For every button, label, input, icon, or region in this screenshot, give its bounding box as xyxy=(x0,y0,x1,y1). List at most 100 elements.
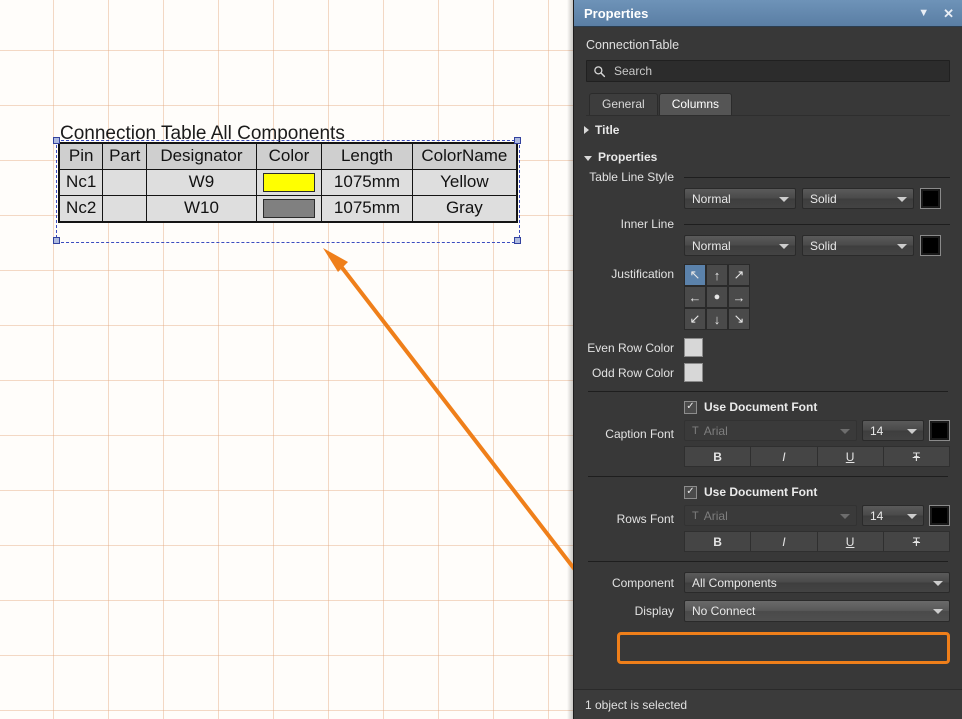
cell-part xyxy=(103,195,147,222)
inner-line-row: Inner Line xyxy=(586,217,950,231)
rows-font-size-dropdown[interactable]: 14 xyxy=(862,505,924,526)
caption-use-document-font-label: Use Document Font xyxy=(704,400,817,414)
table-line-style-preview xyxy=(684,177,950,178)
cell-pin: Nc1 xyxy=(59,169,103,195)
cell-designator: W9 xyxy=(147,169,256,195)
justify-top-left-button[interactable]: ↖ xyxy=(684,264,706,286)
selection-handle-top-left[interactable] xyxy=(53,137,60,144)
table-line-style-dropdown[interactable]: Solid xyxy=(802,188,914,209)
caption-font-color-button[interactable] xyxy=(929,420,950,441)
selection-handle-bottom-right[interactable] xyxy=(514,237,521,244)
column-header-part: Part xyxy=(103,143,147,169)
inner-line-weight-dropdown[interactable]: Normal xyxy=(684,235,796,256)
section-properties[interactable]: Properties xyxy=(574,143,962,170)
even-row-color-label: Even Row Color xyxy=(586,341,684,355)
cell-color xyxy=(256,195,322,222)
rows-font-family-dropdown[interactable]: T Arial xyxy=(684,505,857,526)
cell-color xyxy=(256,169,322,195)
tab-columns[interactable]: Columns xyxy=(659,93,732,115)
cell-part xyxy=(103,169,147,195)
table-line-color-button[interactable] xyxy=(920,188,941,209)
even-row-color-row: Even Row Color xyxy=(586,338,950,357)
justify-bottom-left-button[interactable]: ↙ xyxy=(684,308,706,330)
caption-bold-button[interactable]: B xyxy=(684,446,751,467)
selection-handle-bottom-left[interactable] xyxy=(53,237,60,244)
status-bar: 1 object is selected xyxy=(574,689,962,719)
justify-top-center-button[interactable]: ↑ xyxy=(706,264,728,286)
justify-middle-center-button[interactable]: ● xyxy=(706,286,728,308)
table-header-row: Pin Part Designator Color Length ColorNa… xyxy=(59,143,517,169)
cell-colorname: Gray xyxy=(412,195,517,222)
search-input[interactable] xyxy=(612,63,943,79)
caption-font-block: Caption Font ✓ Use Document Font T Arial xyxy=(586,400,950,467)
inner-line-color-button[interactable] xyxy=(920,235,941,256)
status-text: 1 object is selected xyxy=(585,698,687,712)
chevron-down-icon xyxy=(779,244,789,249)
justify-middle-right-button[interactable]: → xyxy=(728,286,750,308)
cell-pin: Nc2 xyxy=(59,195,103,222)
display-label: Display xyxy=(586,604,684,618)
divider xyxy=(588,561,948,562)
inner-line-style-dropdown[interactable]: Solid xyxy=(802,235,914,256)
inner-line-preview xyxy=(684,224,950,225)
caption-font-family-dropdown[interactable]: T Arial xyxy=(684,420,857,441)
drawing-canvas[interactable]: Connection Table All Components Pin Part… xyxy=(0,0,573,719)
justify-bottom-right-button[interactable]: ↘ xyxy=(728,308,750,330)
caption-font-style-buttons[interactable]: B I U Ŧ xyxy=(684,446,950,467)
color-swatch-yellow xyxy=(263,173,316,192)
caption-use-document-font-checkbox[interactable]: ✓ xyxy=(684,401,697,414)
close-icon[interactable]: ✕ xyxy=(943,7,954,20)
display-row: Display No Connect xyxy=(586,600,950,622)
justify-bottom-center-button[interactable]: ↓ xyxy=(706,308,728,330)
caption-italic-button[interactable]: I xyxy=(751,446,817,467)
panel-tabs[interactable]: General Columns xyxy=(574,82,962,115)
rows-underline-button[interactable]: U xyxy=(818,531,884,552)
rows-strikethrough-button[interactable]: Ŧ xyxy=(884,531,950,552)
odd-row-color-row: Odd Row Color xyxy=(586,363,950,382)
color-swatch-gray xyxy=(263,199,316,218)
caption-font-size-dropdown[interactable]: 14 xyxy=(862,420,924,441)
caption-strikethrough-button[interactable]: Ŧ xyxy=(884,446,950,467)
rows-font-style-buttons[interactable]: B I U Ŧ xyxy=(684,531,950,552)
panel-menu-icon[interactable]: ▼ xyxy=(918,8,929,19)
selection-handle-top-right[interactable] xyxy=(514,137,521,144)
component-row: Component All Components xyxy=(586,572,950,593)
column-header-color: Color xyxy=(256,143,322,169)
odd-row-color-button[interactable] xyxy=(684,363,703,382)
rows-font-label: Rows Font xyxy=(586,512,684,526)
justification-grid[interactable]: ↖ ↑ ↗ ← ● → ↙ ↓ ↘ xyxy=(684,264,750,330)
odd-row-color-label: Odd Row Color xyxy=(586,366,684,380)
panel-titlebar[interactable]: Properties ▼ ✕ xyxy=(574,0,962,27)
connection-table[interactable]: Pin Part Designator Color Length ColorNa… xyxy=(58,142,518,223)
justification-label: Justification xyxy=(586,264,684,281)
table-line-weight-dropdown[interactable]: Normal xyxy=(684,188,796,209)
rows-italic-button[interactable]: I xyxy=(751,531,817,552)
rows-font-color-button[interactable] xyxy=(929,505,950,526)
chevron-down-icon xyxy=(933,609,943,614)
search-box[interactable] xyxy=(586,60,950,82)
divider xyxy=(588,476,948,477)
component-dropdown[interactable]: All Components xyxy=(684,572,950,593)
selected-object-name: ConnectionTable xyxy=(574,27,962,60)
chevron-down-icon xyxy=(933,581,943,586)
justify-top-right-button[interactable]: ↗ xyxy=(728,264,750,286)
justify-middle-left-button[interactable]: ← xyxy=(684,286,706,308)
inner-line-label: Inner Line xyxy=(586,217,684,231)
column-header-pin: Pin xyxy=(59,143,103,169)
properties-panel[interactable]: Properties ▼ ✕ ConnectionTable General C… xyxy=(573,0,962,719)
chevron-down-icon xyxy=(584,156,592,161)
chevron-down-icon xyxy=(840,514,850,519)
connection-table-object[interactable]: Pin Part Designator Color Length ColorNa… xyxy=(58,142,518,223)
section-title[interactable]: Title xyxy=(574,116,962,143)
font-icon: T xyxy=(692,510,699,522)
tab-general[interactable]: General xyxy=(589,93,658,115)
column-header-colorname: ColorName xyxy=(412,143,517,169)
rows-bold-button[interactable]: B xyxy=(684,531,751,552)
cell-length: 1075mm xyxy=(322,195,413,222)
even-row-color-button[interactable] xyxy=(684,338,703,357)
display-dropdown[interactable]: No Connect xyxy=(684,600,950,622)
rows-use-document-font-checkbox[interactable]: ✓ xyxy=(684,486,697,499)
rows-font-block: Rows Font ✓ Use Document Font T Arial xyxy=(586,485,950,552)
cell-length: 1075mm xyxy=(322,169,413,195)
caption-underline-button[interactable]: U xyxy=(818,446,884,467)
